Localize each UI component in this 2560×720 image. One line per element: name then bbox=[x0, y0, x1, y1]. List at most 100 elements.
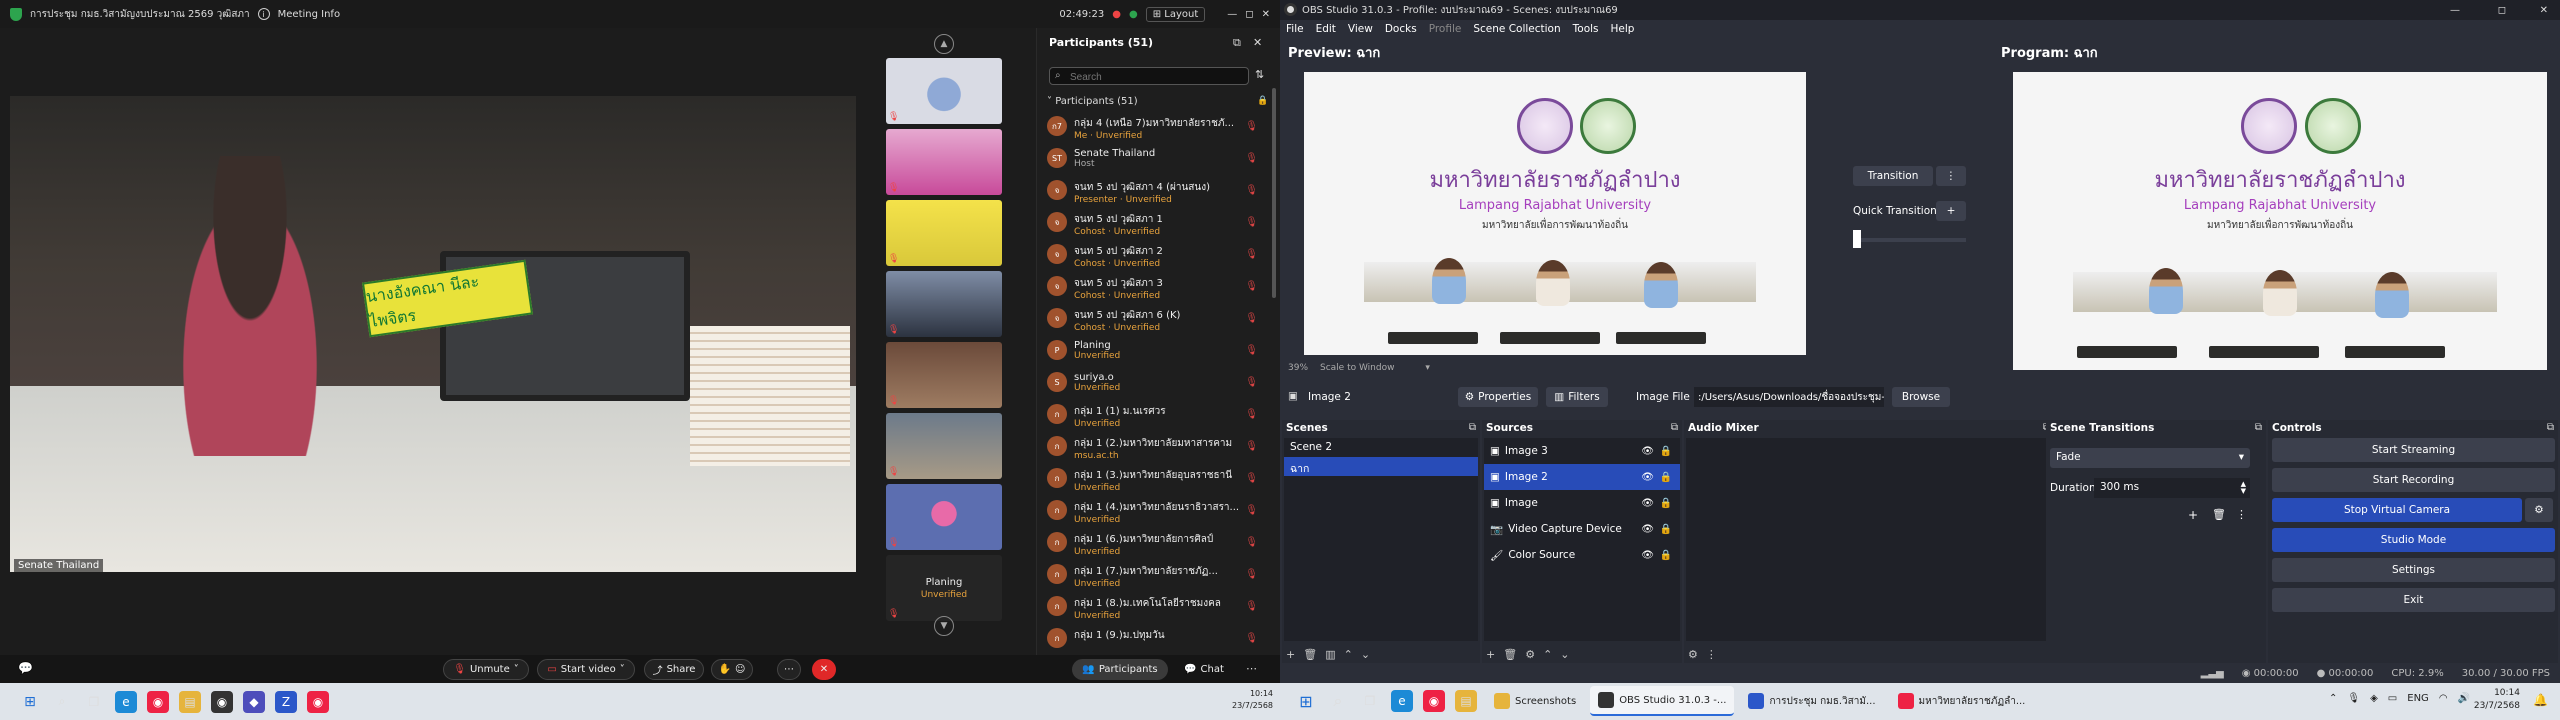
lock-icon[interactable]: 🔒 bbox=[1660, 446, 1672, 457]
participant-row[interactable]: จ จนท 5 งป วุฒิสภา 2 Cohost · Unverified 🎙 bbox=[1047, 242, 1272, 274]
menu-item[interactable]: Profile bbox=[1429, 23, 1462, 35]
participant-row[interactable]: ก7 กลุ่ม 4 (เหนือ 7)มหาวิทยาลัยราชภั... Me… bbox=[1047, 114, 1272, 146]
participant-row[interactable]: ก กลุ่ม 1 (3.)มหาวิทยาลัยอุบลราชธานี Unver… bbox=[1047, 466, 1272, 498]
filter-icon[interactable]: ▥ bbox=[1325, 648, 1335, 661]
file-explorer-icon[interactable]: ▤ bbox=[179, 690, 201, 713]
dock-popout-icon[interactable]: ⧉ bbox=[1469, 422, 1476, 433]
t-bar-handle[interactable] bbox=[1853, 230, 1861, 248]
scene-item[interactable]: ฉาก bbox=[1284, 457, 1478, 476]
windows-start-icon[interactable]: ⊞ bbox=[19, 691, 41, 713]
image-file-path-field[interactable]: :/Users/Asus/Downloads/ชื่อจองประชุม-กอง… bbox=[1694, 387, 1884, 407]
lang-indicator[interactable]: ENG bbox=[2407, 693, 2429, 704]
taskbar-app[interactable]: มหาวิทยาลัยราชภัฏลำ... bbox=[1890, 686, 2034, 716]
scene-item[interactable]: Scene 2 bbox=[1284, 438, 1478, 457]
strip-up-arrow-icon[interactable]: ▲ bbox=[934, 34, 954, 54]
active-speaker-video[interactable]: นางอังคณา นีละไพจิตร bbox=[10, 96, 856, 572]
more-button[interactable]: ⋯ bbox=[777, 659, 801, 680]
start-streaming-button[interactable]: Start Streaming bbox=[2272, 438, 2555, 462]
close-icon[interactable]: ✕ bbox=[1262, 9, 1270, 20]
source-item[interactable]: 🖌 Color Source 👁 🔒 bbox=[1484, 542, 1680, 568]
participant-row[interactable]: ก กลุ่ม 1 (4.)มหาวิทยาลัยนราธิวาสรา... Unv… bbox=[1047, 498, 1272, 530]
leave-button[interactable]: ✕ bbox=[812, 659, 836, 680]
info-icon[interactable]: i bbox=[257, 8, 270, 20]
close-panel-icon[interactable]: ✕ bbox=[1253, 36, 1262, 49]
video-thumbnail[interactable]: 🎙 bbox=[886, 58, 1002, 124]
chrome-icon[interactable]: ◉ bbox=[147, 690, 169, 713]
share-button[interactable]: ⤴ Share bbox=[644, 659, 704, 680]
zoom-icon[interactable]: Z bbox=[275, 690, 297, 713]
volume-icon[interactable]: 🔊 bbox=[2458, 693, 2470, 704]
lock-icon[interactable]: 🔒 bbox=[1660, 550, 1672, 561]
menu-item[interactable]: Help bbox=[1611, 23, 1635, 35]
exit-button[interactable]: Exit bbox=[2272, 588, 2555, 612]
sort-icon[interactable]: ⇅ bbox=[1255, 68, 1264, 81]
visibility-eye-icon[interactable]: 👁 bbox=[1641, 446, 1654, 457]
source-item[interactable]: ▣ Image 👁 🔒 bbox=[1484, 490, 1680, 516]
t-bar-track[interactable] bbox=[1853, 238, 1966, 242]
menu-item[interactable]: Edit bbox=[1316, 23, 1336, 35]
virtual-camera-settings-button[interactable]: ⚙ bbox=[2525, 498, 2553, 522]
participant-row[interactable]: ก กลุ่ม 1 (2.)มหาวิทยาลัยมหาสารคาม msu.ac.… bbox=[1047, 434, 1272, 466]
arrow-down-icon[interactable]: ⌄ bbox=[1361, 648, 1370, 661]
participant-row[interactable]: ก กลุ่ม 1 (8.)ม.เทคโนโลยีราชมงคล Unverifie… bbox=[1047, 594, 1272, 626]
participant-row[interactable]: จ จนท 5 งป วุฒิสภา 6 (K) Cohost · Unverifi… bbox=[1047, 306, 1272, 338]
arrow-up-icon[interactable]: ⌃ bbox=[1344, 648, 1353, 661]
source-item[interactable]: ▣ Image 2 👁 🔒 bbox=[1484, 464, 1680, 490]
menu-item[interactable]: File bbox=[1286, 23, 1304, 35]
taskbar-app[interactable]: Screenshots bbox=[1486, 686, 1584, 716]
trash-icon[interactable]: 🗑 bbox=[2212, 508, 2226, 521]
start-recording-button[interactable]: Start Recording bbox=[2272, 468, 2555, 492]
lock-icon[interactable]: 🔒 bbox=[1660, 524, 1672, 535]
minimize-icon[interactable]: — bbox=[2450, 5, 2460, 16]
participant-row[interactable]: Ssuriya.o Unverified 🎙 bbox=[1047, 370, 1272, 402]
more-icon[interactable]: ⋯ bbox=[1246, 662, 1257, 675]
clock[interactable]: 10:14 23/7/2568 bbox=[2474, 687, 2520, 713]
participant-row[interactable]: จ จนท 5 งป วุฒิสภา 1 Cohost · Unverified 🎙 bbox=[1047, 210, 1272, 242]
more-vertical-icon[interactable]: ⋮ bbox=[2236, 508, 2247, 521]
record-stop-icon[interactable]: ● bbox=[1112, 9, 1121, 20]
participant-row[interactable]: ก กลุ่ม 1 (1) ม.นเรศวร Unverified 🎙 bbox=[1047, 402, 1272, 434]
taskbar-app[interactable]: การประชุม กมธ.วิสามั... bbox=[1740, 686, 1883, 716]
participant-row[interactable]: ก กลุ่ม 1 (9.)ม.ปทุมวัน 🎙 bbox=[1047, 626, 1272, 658]
layout-button[interactable]: ⊞ Layout bbox=[1145, 6, 1206, 22]
microphone-icon[interactable]: 🎙 bbox=[2347, 693, 2360, 704]
menu-item[interactable]: Docks bbox=[1385, 23, 1417, 35]
lock-icon[interactable]: 🔒 bbox=[1660, 472, 1672, 483]
video-thumbnail[interactable]: 🎙 bbox=[886, 129, 1002, 195]
studio-mode-button[interactable]: Studio Mode bbox=[2272, 528, 2555, 552]
captions-icon[interactable]: 💬 bbox=[18, 661, 33, 675]
taskbar-app[interactable]: OBS Studio 31.0.3 -... bbox=[1590, 686, 1735, 716]
video-thumbnail[interactable]: 🎙 bbox=[886, 342, 1002, 408]
participants-button[interactable]: 👥 Participants bbox=[1072, 659, 1168, 680]
arrow-up-icon[interactable]: ⌃ bbox=[1543, 648, 1552, 661]
settings-button[interactable]: Settings bbox=[2272, 558, 2555, 582]
chrome-icon[interactable]: ◉ bbox=[1423, 690, 1445, 712]
file-explorer-icon[interactable]: ▤ bbox=[1455, 690, 1477, 712]
transition-select[interactable]: Fade ▾ bbox=[2050, 448, 2250, 468]
chrome-icon[interactable]: ◉ bbox=[307, 690, 329, 713]
plus-icon[interactable]: + bbox=[1486, 648, 1495, 661]
chevron-up-icon[interactable]: ⌃ bbox=[2329, 693, 2337, 704]
start-video-button[interactable]: ▭ Start video ˅ bbox=[537, 659, 635, 680]
source-item[interactable]: 📷 Video Capture Device 👁 🔒 bbox=[1484, 516, 1680, 542]
menu-item[interactable]: Scene Collection bbox=[1473, 23, 1560, 35]
notification-bell-icon[interactable]: 🔔 bbox=[2533, 693, 2548, 707]
edge-icon[interactable]: e bbox=[1391, 690, 1413, 712]
preview-canvas[interactable]: มหาวิทยาลัยราชภัฏลำปาง Lampang Rajabhat … bbox=[1304, 72, 1806, 355]
visibility-eye-icon[interactable]: 👁 bbox=[1641, 472, 1654, 483]
chat-button[interactable]: 💬 Chat bbox=[1178, 659, 1230, 680]
close-icon[interactable]: ✕ bbox=[2540, 5, 2548, 16]
dock-popout-icon[interactable]: ⧉ bbox=[2255, 422, 2262, 433]
maximize-icon[interactable]: ◻ bbox=[1245, 9, 1253, 20]
stop-virtual-camera-button[interactable]: Stop Virtual Camera bbox=[2272, 498, 2522, 522]
mixer-settings-icon[interactable]: ⚙ bbox=[1688, 648, 1698, 661]
video-thumbnail-no-video[interactable]: Planing Unverified 🎙 bbox=[886, 555, 1002, 621]
browse-button[interactable]: Browse bbox=[1892, 387, 1950, 407]
wifi-icon[interactable]: ◠ bbox=[2439, 693, 2448, 704]
dock-popout-icon[interactable]: ⧉ bbox=[2547, 422, 2554, 433]
visibility-eye-icon[interactable]: 👁 bbox=[1641, 550, 1654, 561]
reactions-button[interactable]: ✋ ☺ bbox=[711, 659, 753, 680]
participant-row[interactable]: ST Senate Thailand Host 🎙 bbox=[1047, 146, 1272, 178]
popout-icon[interactable]: ⧉ bbox=[1233, 36, 1241, 50]
add-quick-transition-button[interactable]: + bbox=[1936, 201, 1966, 221]
